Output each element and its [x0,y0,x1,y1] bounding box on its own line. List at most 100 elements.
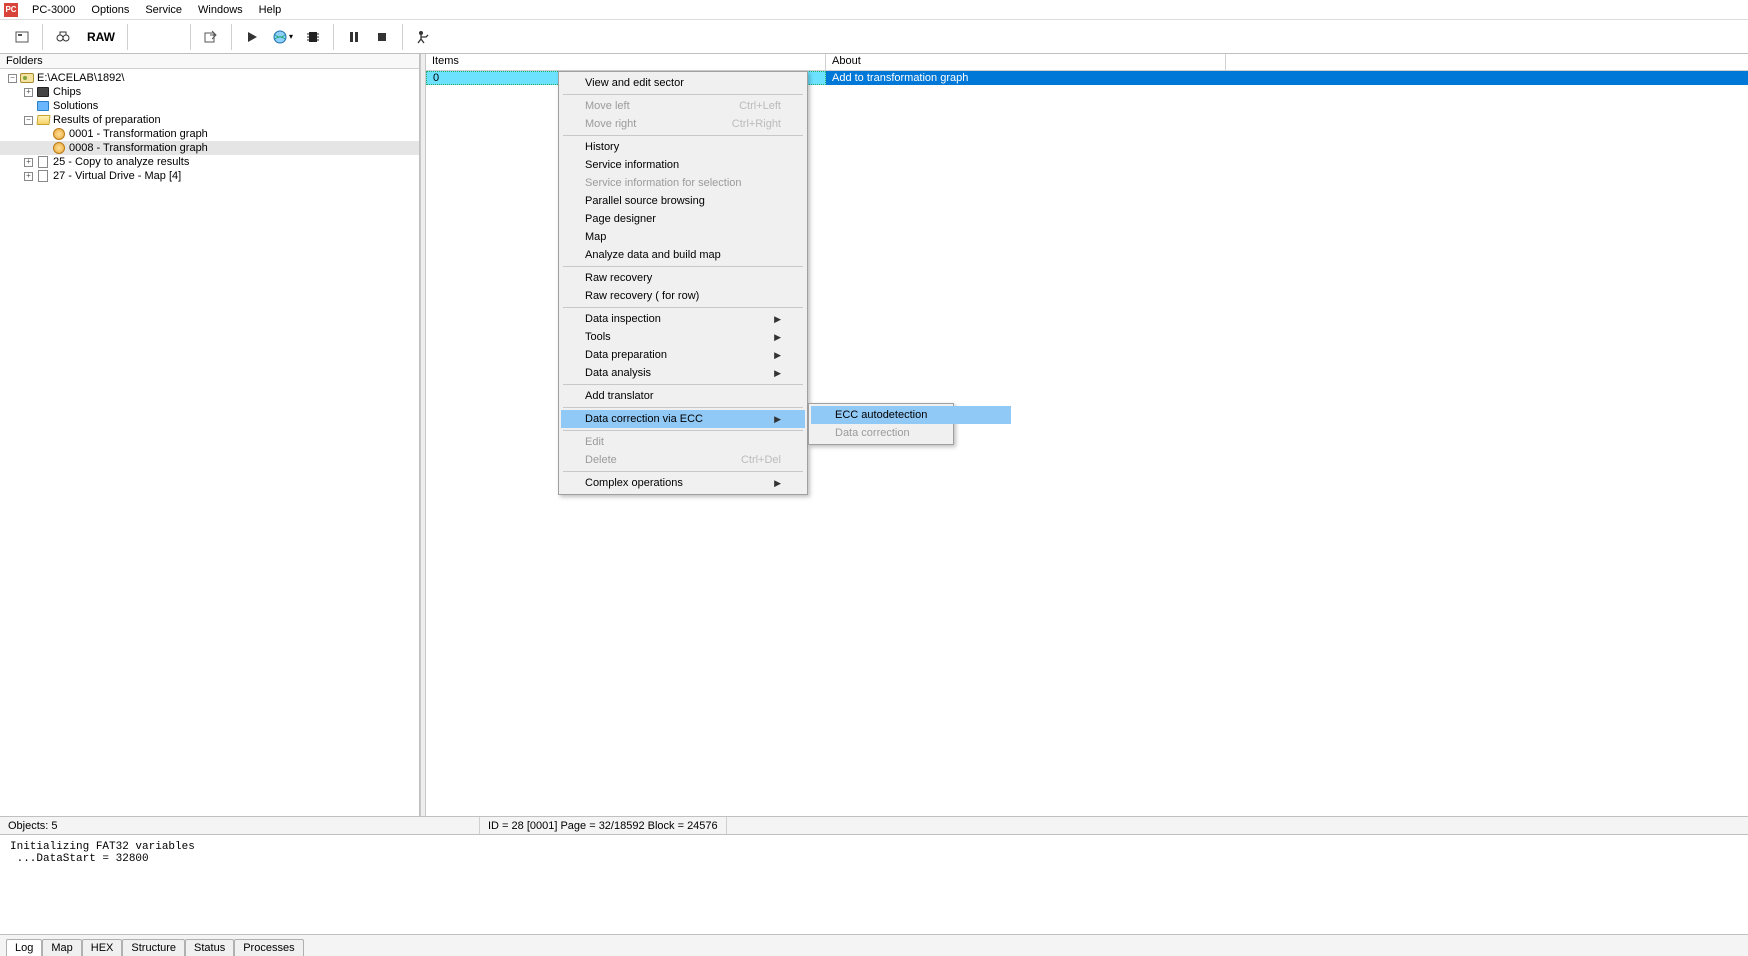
column-items[interactable]: Items [426,54,826,70]
menu-item[interactable]: Analyze data and build map [561,246,805,264]
menu-item[interactable]: Data preparation▶ [561,346,805,364]
menu-item-label: Move left [585,100,630,112]
expand-icon[interactable]: + [24,88,33,97]
menu-item[interactable]: Raw recovery [561,269,805,287]
folders-tree[interactable]: − E:\ACELAB\1892\ + Chips Solutions − Re… [0,69,419,816]
menu-item-label: Analyze data and build map [585,249,721,261]
menubar-windows[interactable]: Windows [190,2,251,18]
tab-structure[interactable]: Structure [122,939,185,956]
menubar-options[interactable]: Options [83,2,137,18]
menu-item-label: Service information for selection [585,177,742,189]
menu-shortcut: Ctrl+Del [741,454,781,466]
log-pane: Initializing FAT32 variables ...DataStar… [0,834,1748,934]
menu-item-label: View and edit sector [585,77,684,89]
tree-item-graph-0008[interactable]: 0008 - Transformation graph [0,141,419,155]
tree-root[interactable]: − E:\ACELAB\1892\ [0,71,419,85]
tab-processes[interactable]: Processes [234,939,303,956]
menu-item[interactable]: Page designer [561,210,805,228]
menu-item-label: Move right [585,118,636,130]
menu-item-label: Raw recovery [585,272,652,284]
submenu-ecc[interactable]: ECC autodetectionData correction [808,403,954,445]
menu-item-label: Service information [585,159,679,171]
context-menu[interactable]: View and edit sectorMove leftCtrl+LeftMo… [558,71,808,495]
collapse-icon[interactable]: − [8,74,17,83]
submenu-arrow-icon: ▶ [774,368,781,379]
tab-status[interactable]: Status [185,939,234,956]
menu-separator [563,135,803,136]
menubar-app-name[interactable]: PC-3000 [24,2,83,18]
menu-separator [563,430,803,431]
tree-label: Results of preparation [53,114,161,126]
menu-item: Service information for selection [561,174,805,192]
menu-item[interactable]: Complex operations▶ [561,474,805,492]
folders-pane: Folders − E:\ACELAB\1892\ + Chips Soluti… [0,54,420,816]
solutions-icon [36,100,50,112]
menu-separator [563,471,803,472]
graph-icon [52,142,66,154]
folder-open-icon [36,114,50,126]
toolbar-raw-button[interactable]: RAW [77,24,121,50]
tab-hex[interactable]: HEX [82,939,123,956]
menubar-service[interactable]: Service [137,2,190,18]
submenu-arrow-icon: ▶ [774,414,781,425]
menu-item[interactable]: Map [561,228,805,246]
menu-item: DeleteCtrl+Del [561,451,805,469]
tree-item-copy-results[interactable]: + 25 - Copy to analyze results [0,155,419,169]
tab-map[interactable]: Map [42,939,81,956]
menu-item-label: Raw recovery ( for row) [585,290,699,302]
list-header: Items About [426,54,1748,71]
menu-item[interactable]: Data inspection▶ [561,310,805,328]
document-icon [36,170,50,182]
toolbar-card-icon[interactable] [8,24,36,50]
status-bar: Objects: 5 ID = 28 [0001] Page = 32/1859… [0,816,1748,834]
menu-item[interactable]: Data analysis ▶ [561,364,805,382]
toolbar-pause-icon[interactable] [340,24,368,50]
toolbar-binoculars-icon[interactable] [49,24,77,50]
toolbar-exit-icon[interactable] [409,24,437,50]
tree-item-graph-0001[interactable]: 0001 - Transformation graph [0,127,419,141]
menu-item-label: Map [585,231,606,243]
toolbar-export-icon[interactable] [197,24,225,50]
toolbar-play-icon[interactable] [238,24,266,50]
tree-item-chips[interactable]: + Chips [0,85,419,99]
status-info: ID = 28 [0001] Page = 32/18592 Block = 2… [480,817,727,834]
tree-item-solutions[interactable]: Solutions [0,99,419,113]
tree-item-results[interactable]: − Results of preparation [0,113,419,127]
bottom-tabs: Log Map HEX Structure Status Processes [0,934,1748,956]
menu-item[interactable]: Data correction via ECC▶ [561,410,805,428]
expand-icon[interactable]: + [24,172,33,181]
menu-item-label: Tools [585,331,611,343]
menu-item[interactable]: Add translator [561,387,805,405]
menu-item[interactable]: Tools ▶ [561,328,805,346]
menu-item-label: Data analysis [585,367,651,379]
menu-item[interactable]: View and edit sector [561,74,805,92]
tree-item-virtual-drive[interactable]: + 27 - Virtual Drive - Map [4] [0,169,419,183]
menubar: PC PC-3000 Options Service Windows Help [0,0,1748,20]
submenu-arrow-icon: ▶ [774,332,781,343]
menu-separator [563,407,803,408]
tab-log[interactable]: Log [6,939,42,956]
menu-item[interactable]: Raw recovery ( for row) [561,287,805,305]
menu-item[interactable]: Service information [561,156,805,174]
menu-item[interactable]: Parallel source browsing [561,192,805,210]
submenu-arrow-icon: ▶ [774,478,781,489]
tree-label: 0001 - Transformation graph [69,128,208,140]
toolbar-chip-icon[interactable] [299,24,327,50]
menu-item-label: Data correction [835,427,910,439]
tree-label: E:\ACELAB\1892\ [37,72,124,84]
menu-item: Data correction [811,424,1011,442]
menu-item-label: Edit [585,436,604,448]
menu-item-label: History [585,141,619,153]
menu-item-label: Data preparation [585,349,667,361]
column-about[interactable]: About [826,54,1226,70]
menubar-help[interactable]: Help [251,2,290,18]
tree-label: Solutions [53,100,98,112]
tree-label: Chips [53,86,81,98]
status-objects: Objects: 5 [0,817,480,834]
toolbar-stop-icon[interactable] [368,24,396,50]
collapse-icon[interactable]: − [24,116,33,125]
toolbar-globe-icon[interactable]: ▾ [266,24,299,50]
menu-item[interactable]: History [561,138,805,156]
expand-icon[interactable]: + [24,158,33,167]
menu-item[interactable]: ECC autodetection [811,406,1011,424]
